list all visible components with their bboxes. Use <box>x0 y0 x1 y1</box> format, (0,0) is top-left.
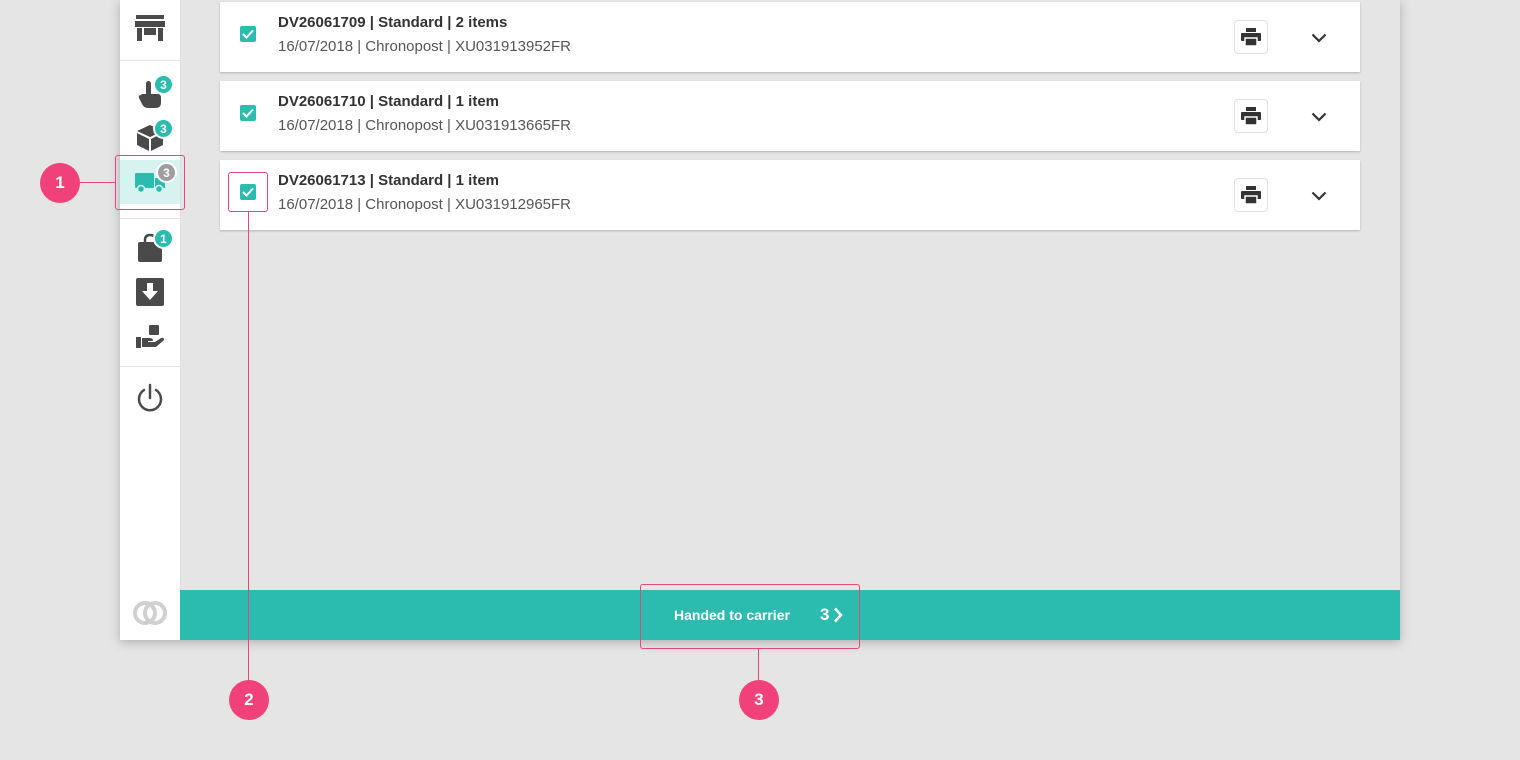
printer-icon <box>1241 107 1261 125</box>
callout-box-sidebar-ship <box>115 155 185 210</box>
expand-button[interactable] <box>1306 183 1332 209</box>
order-checkbox[interactable] <box>240 105 256 121</box>
brand-logo <box>120 591 180 635</box>
orders-panel: DV26061709 | Standard | 2 items 16/07/20… <box>180 0 1400 590</box>
sidebar-item-pack[interactable]: 3 <box>120 116 180 160</box>
callout-marker-1: 1 <box>40 163 80 203</box>
callout-line <box>80 182 115 183</box>
sidebar-item-download[interactable] <box>120 270 180 314</box>
sidebar: 3 3 3 1 <box>120 0 181 640</box>
callout-marker-2: 2 <box>229 680 269 720</box>
callout-line <box>248 212 249 680</box>
callout-box-checkbox <box>228 172 268 212</box>
power-icon <box>137 383 163 412</box>
order-checkbox[interactable] <box>240 26 256 42</box>
order-subtitle: 16/07/2018 | Chronopost | XU031913952FR <box>278 38 571 55</box>
brand-logo-icon <box>133 601 167 625</box>
sidebar-item-store[interactable] <box>120 6 180 50</box>
checkmark-icon <box>242 108 254 118</box>
sidebar-divider <box>120 60 180 61</box>
callout-box-handed-button <box>640 584 860 649</box>
sidebar-item-handover[interactable] <box>120 314 180 358</box>
order-title: DV26061710 | Standard | 1 item <box>278 93 500 110</box>
order-card[interactable]: DV26061710 | Standard | 1 item 16/07/201… <box>220 81 1360 151</box>
download-box-icon <box>136 278 164 306</box>
sidebar-divider <box>120 218 180 219</box>
print-button[interactable] <box>1234 20 1268 54</box>
bag-count-badge: 1 <box>153 228 174 249</box>
callout-line <box>758 649 759 680</box>
chevron-down-icon <box>1311 112 1327 122</box>
order-title: DV26061709 | Standard | 2 items <box>278 14 508 31</box>
print-button[interactable] <box>1234 178 1268 212</box>
order-subtitle: 16/07/2018 | Chronopost | XU031912965FR <box>278 196 571 213</box>
printer-icon <box>1241 28 1261 46</box>
store-icon <box>135 15 165 41</box>
app-window: 3 3 3 1 DV26061709 | Standard | 2 items … <box>120 0 1400 640</box>
chevron-down-icon <box>1311 33 1327 43</box>
order-title: DV26061713 | Standard | 1 item <box>278 172 500 189</box>
printer-icon <box>1241 186 1261 204</box>
sidebar-item-pick[interactable]: 3 <box>120 72 180 116</box>
sidebar-item-bag[interactable]: 1 <box>120 226 180 270</box>
sidebar-item-logout[interactable] <box>120 376 180 420</box>
chevron-down-icon <box>1311 191 1327 201</box>
callout-marker-3: 3 <box>739 680 779 720</box>
print-button[interactable] <box>1234 99 1268 133</box>
checkmark-icon <box>242 29 254 39</box>
pick-count-badge: 3 <box>153 74 174 95</box>
order-subtitle: 16/07/2018 | Chronopost | XU031913665FR <box>278 117 571 134</box>
order-card[interactable]: DV26061709 | Standard | 2 items 16/07/20… <box>220 2 1360 72</box>
sidebar-divider <box>120 366 180 367</box>
order-card[interactable]: DV26061713 | Standard | 1 item 16/07/201… <box>220 160 1360 230</box>
pack-count-badge: 3 <box>153 118 174 139</box>
expand-button[interactable] <box>1306 104 1332 130</box>
hand-package-icon <box>136 325 164 348</box>
expand-button[interactable] <box>1306 25 1332 51</box>
